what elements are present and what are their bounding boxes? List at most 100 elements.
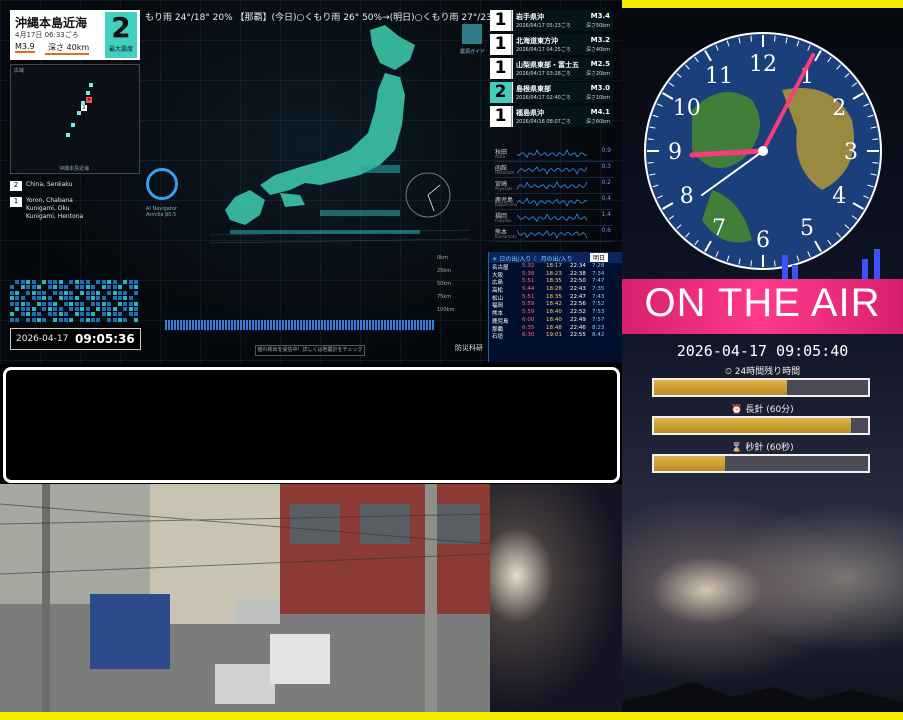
intensity-cell [85, 280, 90, 284]
intensity-legend-item: 2 China, Senkaku [10, 181, 72, 191]
day-remaining-progress [652, 378, 870, 397]
intensity-cell [69, 296, 74, 301]
intensity-cell [85, 307, 90, 311]
intensity-cell [26, 307, 31, 311]
epicenter-guide-icon[interactable] [462, 24, 482, 44]
quake-depth: 深さ20km [585, 71, 610, 77]
intensity-cell [91, 301, 95, 306]
sensor-stroke [189, 320, 191, 330]
progress-label-text: 秒針 (60秒) [745, 443, 794, 453]
station-name-en: Hakodate [495, 170, 515, 175]
galaxy-background [490, 484, 622, 712]
sunset-time: 19:01 [546, 332, 562, 339]
monitor-clock-time: 09:05:36 [75, 332, 135, 346]
intensity-cell [10, 290, 14, 295]
intensity-cell [128, 280, 133, 284]
sensor-stroke [372, 320, 374, 330]
depth-tick: 25km [437, 268, 452, 274]
intensity-cell [37, 290, 41, 295]
sensor-stroke [375, 320, 377, 330]
intensity-cell [118, 296, 122, 301]
sunset-time: 18:23 [546, 270, 562, 277]
sunrise-time: 6:00 [522, 316, 535, 323]
legend-location: Kunigami, Oku [26, 205, 70, 212]
sensor-stroke [345, 320, 347, 330]
seismometer-hint[interactable]: 揺れ検出を受信中！詳しくは地震計をチェック [255, 345, 365, 356]
sensor-stroke [342, 320, 344, 330]
intensity-cell [74, 296, 79, 301]
quake-depth: 深さ 40km [45, 42, 90, 55]
sensor-stroke [420, 320, 422, 330]
intensity-cell [53, 290, 58, 295]
intensity-cell [26, 290, 31, 295]
quake-details: 島根県東部 2026/04/17 02:40ごろ M3.0 深さ10km [513, 82, 613, 103]
sensor-stroke [291, 320, 293, 330]
intensity-cell [96, 296, 101, 301]
intensity-cell [64, 312, 68, 317]
station-value: 0.2 [601, 179, 611, 186]
intensity-cell [69, 280, 74, 284]
epicenter-guide-label: 震源ガイド [460, 49, 486, 55]
white-car [215, 664, 275, 704]
honshu-shape [260, 73, 405, 195]
station-value: 0.6 [601, 227, 611, 234]
intensity-cell [118, 290, 122, 295]
quake-details: 福島県沖 2026/04/16 08:07ごろ M4.1 深さ60km [513, 106, 613, 127]
intensity-cell [64, 317, 68, 322]
intensity-cell [123, 296, 128, 301]
quake-intensity: 2 [490, 82, 512, 103]
quake-region: 沖縄本島近海 [15, 16, 88, 30]
quake-details: 山梨県東部・富士五 2026/04/17 03:28ごろ M2.5 深さ20km [513, 58, 613, 79]
clock-tick [872, 162, 879, 164]
intensity-cell [74, 280, 79, 284]
intensity-cell [134, 290, 139, 295]
quake-list-item[interactable]: 1 福島県沖 2026/04/16 08:07ごろ M4.1 深さ60km [490, 106, 613, 127]
moonset-time: 7:34 [592, 270, 605, 277]
sensor-stroke [186, 320, 188, 330]
tomorrow-button[interactable]: 明日 [589, 253, 608, 262]
progress-fill [654, 456, 725, 471]
intensity-cell [118, 285, 122, 290]
intensity-cell [128, 307, 133, 311]
intensity-cell [91, 285, 95, 290]
minimap-epicenter-marker: ✕ [86, 97, 92, 103]
intensity-cell [58, 280, 63, 284]
intensity-cell [74, 301, 79, 306]
on-air-label: ON THE AIR [644, 281, 881, 325]
clock-number: 4 [832, 184, 846, 209]
moonrise-time: 22:34 [570, 263, 586, 269]
sun-moon-table: ☀ 日の出/入り ☾ 月の出/入り 明日 名古屋 5:32 18:17 22:34 7:… [488, 252, 622, 362]
intensity-cell [58, 312, 63, 317]
sensor-stroke [405, 320, 407, 330]
sensor-stroke [363, 320, 365, 330]
sensor-stroke [399, 320, 401, 330]
quake-list-item[interactable]: 2 島根県東部 2026/04/17 02:40ごろ M3.0 深さ10km [490, 82, 613, 103]
sensor-stroke [240, 320, 242, 330]
sensor-stroke [216, 320, 218, 330]
intensity-cell [112, 317, 117, 322]
japan-3d-map [210, 25, 470, 244]
city-name: 福岡 [492, 303, 504, 310]
intensity-cell [134, 301, 139, 306]
quake-list-item[interactable]: 1 北海道東方沖 2026/04/17 04:25ごろ M3.2 深さ40km [490, 34, 613, 55]
quake-list-item[interactable]: 1 山梨県東部・富士五 2026/04/17 03:28ごろ M2.5 深さ20… [490, 58, 613, 79]
sensor-stroke [243, 320, 245, 330]
sunrise-time: 5:51 [522, 293, 535, 300]
intensity-cell [47, 280, 52, 284]
sunrise-time: 5:44 [522, 286, 535, 293]
intensity-cell [107, 307, 112, 311]
intensity-cell [80, 290, 85, 295]
sensor-stroke [429, 320, 431, 330]
compass-needle [427, 184, 441, 196]
message-banner [3, 367, 620, 483]
utility-pole [425, 484, 437, 720]
progress-label-text: 長針 (60分) [745, 405, 794, 415]
station-value: 0.4 [601, 195, 611, 202]
sensor-stroke [402, 320, 404, 330]
quake-list-item[interactable]: 1 岩手県沖 2026/04/17 05:23ごろ M3.4 深さ50km [490, 10, 613, 31]
sensor-stroke [390, 320, 392, 330]
bottom-frame-bar [490, 712, 622, 720]
sensor-stroke [177, 320, 179, 330]
intensity-cell [10, 296, 14, 301]
sensor-stroke [351, 320, 353, 330]
